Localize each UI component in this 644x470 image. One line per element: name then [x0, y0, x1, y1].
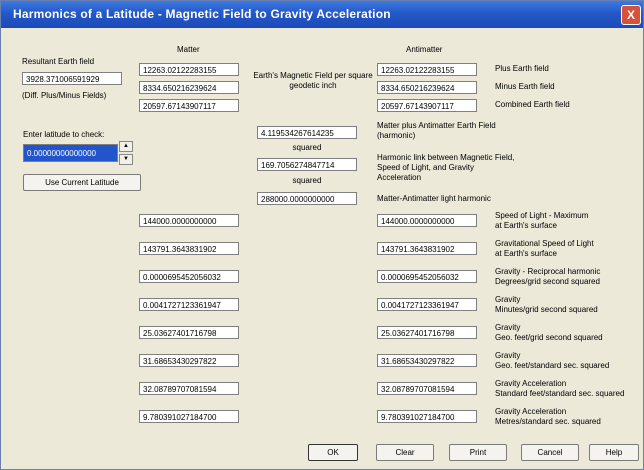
antimatter-plus-field[interactable]: 12263.02122283155 [377, 63, 477, 76]
harmonic-link-field[interactable]: 169.7056274847714 [257, 158, 357, 171]
resultant-field[interactable]: 3928.371006591929 [22, 72, 122, 85]
close-button[interactable]: X [621, 5, 641, 25]
row-sublabel: Geo. feet/standard sec. squared [495, 361, 610, 370]
plus-earth-field-label: Plus Earth field [495, 64, 549, 73]
row-sublabel: Minutes/grid second squared [495, 305, 598, 314]
diff-label: (Diff. Plus/Minus Fields) [22, 91, 107, 100]
row-sublabel: Geo. feet/grid second squared [495, 333, 603, 342]
use-current-latitude-button[interactable]: Use Current Latitude [23, 174, 141, 191]
print-button[interactable]: Print [449, 444, 507, 461]
antimatter-row-field[interactable]: 25.03627401716798 [377, 326, 477, 339]
matter-row-field[interactable]: 31.68653430297822 [139, 354, 239, 367]
row-label: Gravity Acceleration [495, 379, 567, 388]
antimatter-header: Antimatter [406, 45, 443, 54]
latitude-label: Enter latitude to check: [23, 130, 105, 139]
squared-label-2: squared [292, 176, 322, 185]
row-sublabel: Metres/standard sec. squared [495, 417, 601, 426]
matter-row-field[interactable]: 32.08789707081594 [139, 382, 239, 395]
squared-label-1: squared [292, 143, 322, 152]
antimatter-row-field[interactable]: 0.0000695452056032 [377, 270, 477, 283]
antimatter-row-field[interactable]: 0.0041727123361947 [377, 298, 477, 311]
matter-plus-field[interactable]: 12263.02122283155 [139, 63, 239, 76]
help-button[interactable]: Help [589, 444, 639, 461]
matter-minus-field[interactable]: 8334.650216239624 [139, 81, 239, 94]
row-label: Gravity Acceleration [495, 407, 567, 416]
matter-header: Matter [177, 45, 200, 54]
window-title: Harmonics of a Latitude - Magnetic Field… [13, 7, 391, 21]
cancel-button[interactable]: Cancel [521, 444, 579, 461]
harmonic-link-label: Harmonic link between Magnetic Field, Sp… [377, 153, 515, 182]
row-sublabel: at Earth's surface [495, 249, 557, 258]
ok-button[interactable]: OK [308, 444, 358, 461]
light-harmonic-field[interactable]: 288000.0000000000 [257, 192, 357, 205]
magnetic-field-caption: Earth's Magnetic Field per square geodet… [253, 71, 373, 90]
antimatter-row-field[interactable]: 144000.0000000000 [377, 214, 477, 227]
minus-earth-field-label: Minus Earth field [495, 82, 555, 91]
matter-row-field[interactable]: 25.03627401716798 [139, 326, 239, 339]
matter-row-field[interactable]: 143791.3643831902 [139, 242, 239, 255]
row-label: Gravity [495, 323, 521, 332]
antimatter-row-field[interactable]: 9.780391027184700 [377, 410, 477, 423]
latitude-input[interactable]: 0.00000000000000 [23, 144, 118, 162]
clear-button[interactable]: Clear [376, 444, 434, 461]
row-label: Gravity [495, 295, 521, 304]
dialog-window: Harmonics of a Latitude - Magnetic Field… [0, 0, 644, 470]
spin-up-button[interactable]: ▲ [119, 141, 133, 152]
antimatter-minus-field[interactable]: 8334.650216239624 [377, 81, 477, 94]
row-sublabel: at Earth's surface [495, 221, 557, 230]
row-label: Gravity - Reciprocal harmonic [495, 267, 601, 276]
antimatter-row-field[interactable]: 31.68653430297822 [377, 354, 477, 367]
antimatter-combined-field[interactable]: 20597.67143907117 [377, 99, 477, 112]
row-label: Speed of Light - Maximum [495, 211, 589, 220]
light-harmonic-label: Matter-Antimatter light harmonic [377, 194, 491, 203]
harmonic-label: Matter plus Antimatter Earth Field (harm… [377, 121, 496, 140]
matter-row-field[interactable]: 9.780391027184700 [139, 410, 239, 423]
combined-earth-field-label: Combined Earth field [495, 100, 570, 109]
matter-row-field[interactable]: 144000.0000000000 [139, 214, 239, 227]
antimatter-row-field[interactable]: 143791.3643831902 [377, 242, 477, 255]
row-sublabel: Standard feet/standard sec. squared [495, 389, 625, 398]
antimatter-row-field[interactable]: 32.08789707081594 [377, 382, 477, 395]
harmonic-field[interactable]: 4.119534267614235 [257, 126, 357, 139]
title-bar: Harmonics of a Latitude - Magnetic Field… [1, 1, 643, 28]
matter-row-field[interactable]: 0.0041727123361947 [139, 298, 239, 311]
row-label: Gravitational Speed of Light [495, 239, 594, 248]
matter-row-field[interactable]: 0.0000695452056032 [139, 270, 239, 283]
row-sublabel: Degrees/grid second squared [495, 277, 600, 286]
spin-down-button[interactable]: ▼ [119, 154, 133, 165]
resultant-label: Resultant Earth field [22, 57, 95, 66]
matter-combined-field[interactable]: 20597.67143907117 [139, 99, 239, 112]
row-label: Gravity [495, 351, 521, 360]
